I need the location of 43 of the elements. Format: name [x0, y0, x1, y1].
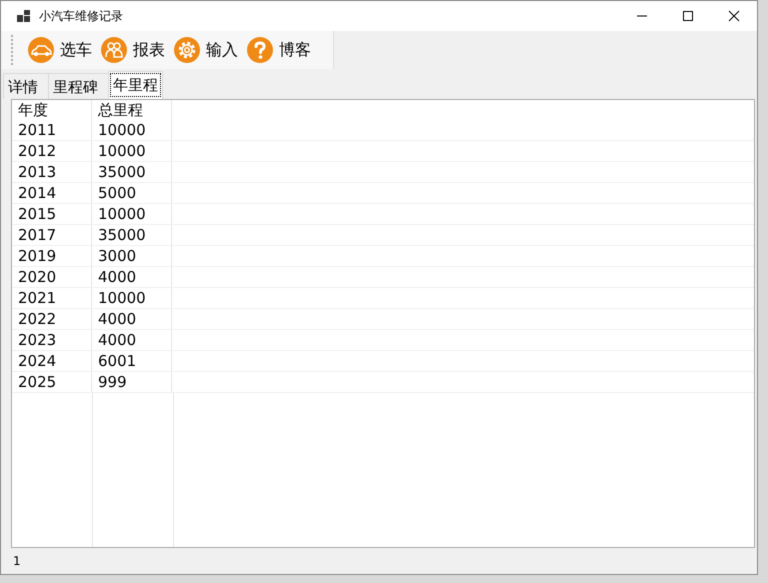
- tab[interactable]: 详情: [3, 73, 49, 99]
- gear-icon: [173, 36, 201, 64]
- status-text: 1: [13, 554, 21, 568]
- table-cell: 4000: [92, 267, 172, 287]
- table-cell: 10000: [92, 204, 172, 224]
- table-cell: 2015: [12, 204, 92, 224]
- toolbar-button[interactable]: 博客: [242, 33, 315, 67]
- table-cell: 35000: [92, 162, 172, 182]
- table-cell: 2013: [12, 162, 92, 182]
- car-icon: [27, 36, 55, 64]
- table-cell: 10000: [92, 120, 172, 140]
- column-header[interactable]: 年度: [12, 100, 92, 120]
- table-cell: 999: [92, 372, 172, 392]
- table-cell: 2022: [12, 309, 92, 329]
- table-cell: 2012: [12, 141, 92, 161]
- toolbar-button[interactable]: 输入: [169, 33, 242, 67]
- app-icon: [17, 10, 31, 22]
- table-cell: 5000: [92, 183, 172, 203]
- tab[interactable]: 年里程: [108, 71, 163, 99]
- table-cell: 2011: [12, 120, 92, 140]
- table-cell: 2020: [12, 267, 92, 287]
- table-cell: 2024: [12, 351, 92, 371]
- table-cell: 35000: [92, 225, 172, 245]
- table-cell: 2021: [12, 288, 92, 308]
- toolbar-button[interactable]: 选车: [23, 33, 96, 67]
- close-icon: [728, 10, 740, 22]
- toolbar-button[interactable]: 报表: [96, 33, 169, 67]
- table-cell: 10000: [92, 288, 172, 308]
- maximize-icon: [682, 10, 694, 22]
- table-cell: 2023: [12, 330, 92, 350]
- table-cell: 2017: [12, 225, 92, 245]
- column-header[interactable]: 总里程: [92, 100, 172, 120]
- window-title: 小汽车维修记录: [39, 8, 124, 24]
- table-cell: 3000: [92, 246, 172, 266]
- table-cell: 4000: [92, 309, 172, 329]
- table-cell: 6001: [92, 351, 172, 371]
- table-cell: 2019: [12, 246, 92, 266]
- people-icon: [100, 36, 128, 64]
- table-cell: 10000: [92, 141, 172, 161]
- table-cell: 4000: [92, 330, 172, 350]
- table-cell: 2025: [12, 372, 92, 392]
- table-cell: 2014: [12, 183, 92, 203]
- help-icon: [246, 36, 274, 64]
